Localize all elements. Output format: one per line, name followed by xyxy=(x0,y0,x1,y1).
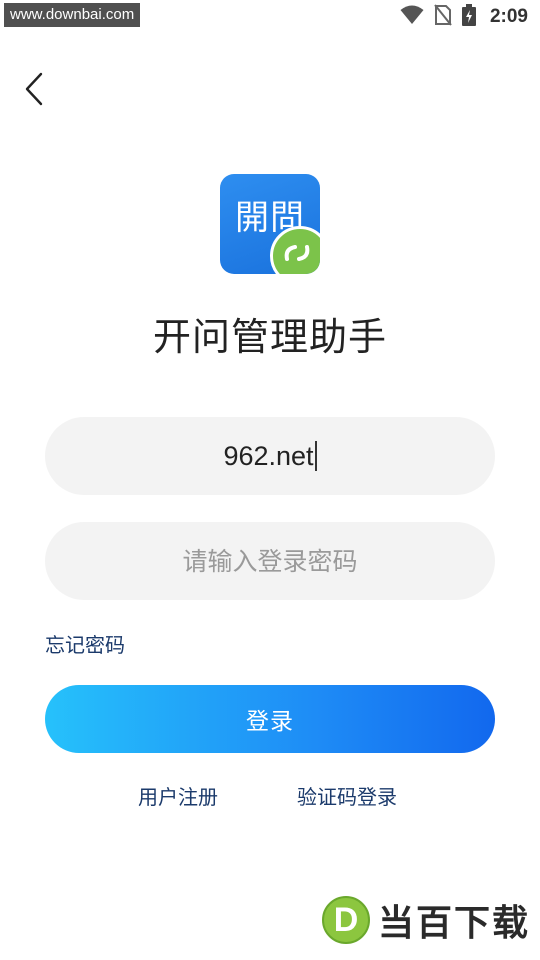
register-link[interactable]: 用户注册 xyxy=(138,781,218,810)
battery-charging-icon xyxy=(461,4,476,30)
sms-login-link[interactable]: 验证码登录 xyxy=(297,781,397,810)
status-icons: 2:09 xyxy=(400,4,528,30)
status-bar: www.downbai.com 2:09 xyxy=(0,0,540,36)
watermark-d-icon: D xyxy=(321,896,370,944)
watermark-logo: D 当百下载 xyxy=(321,896,530,944)
chevron-left-icon xyxy=(25,72,43,106)
status-time: 2:09 xyxy=(489,6,528,27)
password-field-wrapper xyxy=(45,522,495,600)
text-caret xyxy=(314,441,317,471)
account-value: 962.net xyxy=(223,440,314,471)
account-field[interactable]: 962.net xyxy=(45,417,495,495)
watermark-url: www.downbai.com xyxy=(4,3,141,27)
back-button[interactable] xyxy=(14,66,54,112)
app-title: 开问管理助手 xyxy=(152,315,387,359)
login-button[interactable]: 登录 xyxy=(45,685,495,753)
link-icon xyxy=(270,226,320,274)
wifi-icon xyxy=(400,5,424,29)
no-sim-icon xyxy=(434,4,452,30)
password-field[interactable] xyxy=(68,544,472,578)
app-logo: 開問 xyxy=(220,174,320,274)
watermark-text: 当百下载 xyxy=(377,903,530,944)
forgot-password-link[interactable]: 忘记密码 xyxy=(45,629,125,658)
